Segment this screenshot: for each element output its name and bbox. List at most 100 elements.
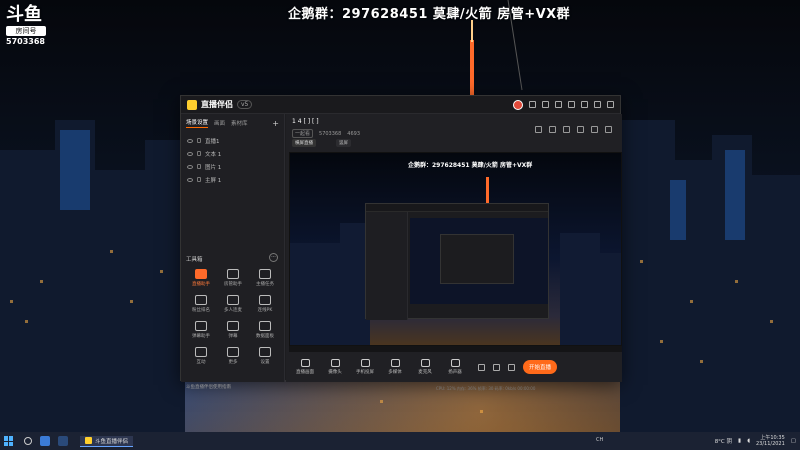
live-companion-window: 直播伴侣 v5 场景设置 画面 素材库 + 直播1 文本 1 图片 1 主屏 1… [180,95,622,391]
tool-item[interactable]: 粉丝排名 [185,295,217,313]
tool-icon [195,347,207,357]
menu-icon[interactable] [568,101,575,108]
monitor-icon [300,359,310,367]
scene-panel: 场景设置 画面 素材库 + 直播1 文本 1 图片 1 主屏 1 工具箱 ···… [181,114,285,390]
window-titlebar[interactable]: 直播伴侣 v5 [181,96,620,114]
camera-icon [330,359,340,367]
microphone-button[interactable]: 麦克风 [410,359,440,375]
eye-icon[interactable] [187,164,193,169]
bell-icon[interactable] [591,126,598,133]
folder-icon[interactable] [577,126,584,133]
avatar[interactable] [513,99,523,110]
network-icon[interactable]: ▮ [738,438,741,444]
desktop-wallpaper: 企鹅群：297628451 莫肆/火箭 房管+VX群 斗鱼 房间号 570336… [0,0,800,432]
tool-item[interactable]: 多人连麦 [217,295,249,313]
room-id: 5703368 [6,37,45,46]
camera-button[interactable]: 摄像头 [320,359,350,375]
tab-canvas[interactable]: 画面 [214,119,225,127]
camera-settings-icon[interactable] [493,363,500,371]
category-badge[interactable]: 一起看 [292,129,314,138]
tab-landscape[interactable]: 横屏直播 [292,139,316,147]
tool-icon [195,295,207,305]
clock[interactable]: 上午10:35 23/11/2021 [756,435,785,447]
eye-icon[interactable] [187,151,193,156]
scene-list: 直播1 文本 1 图片 1 主屏 1 [181,132,284,188]
tool-item[interactable]: 设置 [249,347,281,365]
tool-item[interactable]: 直播助手 [185,269,217,287]
douyu-logo: 斗鱼 [6,4,42,25]
lock-icon[interactable] [197,164,201,169]
more-tools-icon[interactable]: ··· [269,253,278,262]
chat-icon[interactable] [563,126,570,133]
share-icon[interactable] [605,126,612,133]
speaker-button[interactable]: 扬声器 [440,359,470,375]
close-icon[interactable] [607,101,614,108]
weather-text[interactable]: 8°C 阴 [715,437,732,445]
toolbox-grid: 直播助手 房管助手 主播任务 粉丝排名 多人连麦 连线PK 弹幕助手 弹幕 数据… [185,269,283,365]
volume-icon[interactable]: ◖ [747,438,750,444]
viewer-count: 4693 [347,130,361,137]
input-language[interactable]: CH [596,437,603,443]
notification-icon[interactable]: ▢ [791,438,796,444]
minimize-icon[interactable] [581,101,588,108]
start-live-button[interactable]: 开始直播 [523,360,558,374]
tool-item[interactable]: 弹幕助手 [185,321,217,339]
steam-icon[interactable] [58,436,68,446]
status-bar: CPU: 12% 内存: 36% 帧率: 30 码率: 0kb/s 00:00:… [436,386,536,391]
stream-preview[interactable]: 企鹅群：297628451 莫肆/火箭 房管+VX群 [289,152,622,346]
gift-icon[interactable] [542,101,549,108]
tool-icon [227,269,239,279]
toolbox-title: 工具箱 [186,257,203,263]
add-screen-button[interactable]: 直播画面 [290,359,320,375]
taskbar-app-live-companion[interactable]: 斗鱼直播伴侣 [80,435,134,447]
list-item[interactable]: 图片 1 [185,160,280,173]
guide-link[interactable]: 斗鱼直播伴侣使用指南 [186,384,231,390]
tool-icon [227,295,239,305]
record-icon[interactable] [535,126,542,133]
eye-icon[interactable] [187,177,193,182]
taskbar: 斗鱼直播伴侣 8°C 阴 ▮ ◖ 上午10:35 23/11/2021 ▢ [0,432,800,450]
tool-item[interactable]: 更多 [217,347,249,365]
tool-item[interactable]: 互动 [185,347,217,365]
message-icon[interactable] [529,101,536,108]
tool-icon [259,347,271,357]
eye-icon[interactable] [187,138,193,143]
version-badge[interactable]: v5 [237,100,253,109]
app-logo-icon [85,437,92,444]
preview-overlay-title: 企鹅群：297628451 莫肆/火箭 房管+VX群 [408,162,533,169]
record-icon[interactable] [478,363,485,371]
tool-item[interactable]: 连线PK [249,295,281,313]
room-number: 5703368 [319,130,342,137]
lock-icon[interactable] [197,151,201,156]
system-tray: 8°C 阴 ▮ ◖ 上午10:35 23/11/2021 ▢ [715,435,796,447]
tool-item[interactable]: 主播任务 [249,269,281,287]
lock-icon[interactable] [197,138,201,143]
stream-title[interactable]: 1 4 [ ] [ ] [292,118,616,125]
media-button[interactable]: 多媒体 [380,359,410,375]
settings-icon[interactable] [508,363,515,371]
room-badge: 斗鱼 房间号 5703368 [6,6,56,56]
app-logo-icon [187,99,197,110]
lock-icon[interactable] [197,177,201,182]
maximize-icon[interactable] [594,101,601,108]
list-item[interactable]: 主屏 1 [185,173,280,186]
phone-cast-button[interactable]: 手机投屏 [350,359,380,375]
tool-item[interactable]: 弹幕 [217,321,249,339]
lock-icon[interactable] [549,126,556,133]
tool-item[interactable]: 数据面板 [249,321,281,339]
tab-assets[interactable]: 素材库 [231,119,248,127]
play-icon [390,359,400,367]
add-scene-icon[interactable]: + [272,119,279,128]
windows-start-icon[interactable] [4,436,14,446]
tab-scene[interactable]: 场景设置 [186,118,209,128]
speaker-icon [450,359,460,367]
nested-preview-window [365,203,549,320]
settings-icon[interactable] [555,101,562,108]
tool-item[interactable]: 房管助手 [217,269,249,287]
list-item[interactable]: 文本 1 [185,147,280,160]
list-item[interactable]: 直播1 [185,134,280,147]
edge-icon[interactable] [40,436,50,446]
tab-portrait[interactable]: 竖屏 [336,139,351,147]
search-icon[interactable] [24,437,32,445]
app-name: 直播伴侣 [201,100,233,109]
